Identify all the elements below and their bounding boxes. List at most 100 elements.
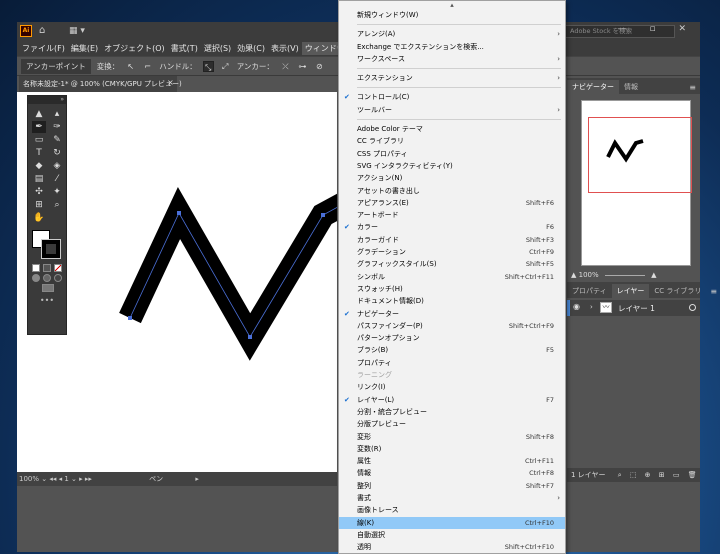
edit-toolbar-icon[interactable]: ••• xyxy=(28,296,66,305)
menu-scroll-up-icon[interactable]: ▴ xyxy=(339,1,565,9)
window-menu-item[interactable]: ワークスペース › xyxy=(339,53,565,65)
workspace-switcher-icon[interactable]: ▦ ▾ xyxy=(69,25,87,37)
panel-tab[interactable]: CC ライブラリ xyxy=(649,284,706,298)
anchor-point[interactable] xyxy=(248,335,252,339)
window-menu-item[interactable]: アートボード xyxy=(339,209,565,221)
selection-tool-icon[interactable]: ▲ xyxy=(32,108,46,120)
menu-3[interactable]: 書式(T) xyxy=(168,42,201,55)
document-close-icon[interactable]: × xyxy=(167,78,174,87)
tools-panel-header[interactable]: » xyxy=(28,96,66,104)
navigator-zoom-value[interactable]: 100% xyxy=(579,271,599,279)
zoom-out-icon[interactable]: ▲ xyxy=(571,271,579,279)
panel-menu-icon[interactable]: ≡ xyxy=(685,81,700,94)
window-menu-item[interactable]: カラー ✔ F6 xyxy=(339,221,565,233)
paintbrush-tool-icon[interactable]: ✎ xyxy=(50,134,64,146)
window-menu-item[interactable]: ドキュメント情報(D) xyxy=(339,295,565,307)
eyedropper-tool-icon[interactable]: ⁄ xyxy=(50,173,64,185)
artboard-tool-icon[interactable]: ⊞ xyxy=(32,199,46,211)
window-menu-item[interactable]: Adobe Color テーマ xyxy=(339,123,565,135)
draw-behind-icon[interactable] xyxy=(43,274,51,282)
zoom-tool-icon[interactable]: ⌕ xyxy=(50,199,64,211)
none-mode-icon[interactable] xyxy=(54,264,62,272)
anchor-point[interactable] xyxy=(321,213,325,217)
home-icon[interactable]: ⌂ xyxy=(39,25,51,37)
shape-builder-tool-icon[interactable]: ◈ xyxy=(50,160,64,172)
menu-2[interactable]: オブジェクト(O) xyxy=(101,42,168,55)
draw-inside-icon[interactable] xyxy=(54,274,62,282)
gradient-tool-icon[interactable]: ▤ xyxy=(32,173,46,185)
show-handles-icon[interactable]: ⤡ xyxy=(202,60,214,72)
layer-row[interactable]: ◉ › 〰 レイヤー 1 xyxy=(567,300,700,316)
window-menu-item[interactable]: 画像トレース xyxy=(339,504,565,516)
panel-menu-icon[interactable]: ≡ xyxy=(706,285,720,298)
panel-tab[interactable]: ナビゲーター xyxy=(567,80,619,94)
panel-tab[interactable]: プロパティ xyxy=(567,284,612,298)
menu-6[interactable]: 表示(V) xyxy=(268,42,302,55)
window-menu-item[interactable]: 変数(R) xyxy=(339,443,565,455)
window-menu-item[interactable]: リンク(I) xyxy=(339,381,565,393)
window-menu-item[interactable]: 線(K) Ctrl+F10 xyxy=(339,516,565,529)
convert-corner-icon[interactable]: ↖ xyxy=(125,61,136,72)
panel-tab[interactable]: 情報 xyxy=(619,80,643,94)
window-menu-item[interactable]: 透明 Shift+Ctrl+F10 xyxy=(339,541,565,553)
window-menu-item[interactable]: ツールバー › xyxy=(339,104,565,116)
window-menu-item[interactable]: ナビゲーター ✔ xyxy=(339,308,565,320)
menu-1[interactable]: 編集(E) xyxy=(68,42,101,55)
window-menu-item[interactable]: 変形 Shift+F8 xyxy=(339,431,565,443)
panel-tab[interactable]: レイヤー xyxy=(611,284,650,298)
window-menu-item[interactable]: スウォッチ(H) xyxy=(339,283,565,295)
type-tool-icon[interactable]: T xyxy=(32,147,46,159)
window-menu-item[interactable]: 整列 Shift+F7 xyxy=(339,480,565,492)
zigzag-stroke[interactable] xyxy=(119,186,337,361)
artboard-next-icon[interactable]: ⌄ ▸ ▸▸ xyxy=(71,475,94,483)
window-menu-item[interactable]: エクステンション › xyxy=(339,72,565,84)
artboard-prev-icon[interactable]: ◂◂ ◂ xyxy=(49,475,64,483)
menu-5[interactable]: 効果(C) xyxy=(234,42,268,55)
screen-mode-icon[interactable] xyxy=(42,284,54,292)
window-menu-item[interactable]: カラーガイド Shift+F3 xyxy=(339,234,565,246)
anchor-point[interactable] xyxy=(128,316,132,320)
window-menu-item[interactable]: 新規ウィンドウ(W) xyxy=(339,9,565,21)
stroke-swatch[interactable] xyxy=(41,239,61,259)
draw-normal-icon[interactable] xyxy=(32,274,40,282)
window-menu-item[interactable]: 分割・統合プレビュー xyxy=(339,406,565,418)
window-menu-item[interactable]: Exchange でエクステンションを検索... xyxy=(339,41,565,53)
menu-0[interactable]: ファイル(F) xyxy=(19,42,68,55)
cut-path-icon[interactable]: ⊘ xyxy=(314,61,325,72)
window-menu-item[interactable]: アレンジ(A) › xyxy=(339,28,565,40)
hand-tool-icon[interactable]: ✋ xyxy=(32,212,46,224)
window-menu-item[interactable]: コントロール(C) ✔ xyxy=(339,91,565,103)
zoom-in-icon[interactable]: ▲ xyxy=(651,271,656,279)
layer-target-icon[interactable] xyxy=(689,304,696,311)
menu-4[interactable]: 選択(S) xyxy=(201,42,234,55)
rectangle-tool-icon[interactable]: ▭ xyxy=(32,134,46,146)
window-menu-item[interactable]: グラデーション Ctrl+F9 xyxy=(339,246,565,258)
window-menu-item[interactable]: アクション(N) xyxy=(339,172,565,184)
convert-smooth-icon[interactable]: ⌐ xyxy=(142,61,153,72)
window-menu-item[interactable]: シンボル Shift+Ctrl+F11 xyxy=(339,271,565,283)
rotate-tool-icon[interactable]: ↻ xyxy=(50,147,64,159)
remove-anchor-icon[interactable]: ⤫ xyxy=(280,61,291,72)
layer-footer-icons[interactable]: ⌕ ⬚ ⊕ ⊞ ▭ 🗑 xyxy=(618,471,700,479)
window-menu-item[interactable]: アピアランス(E) Shift+F6 xyxy=(339,197,565,209)
window-menu-item[interactable]: SVG インタラクティビティ(Y) xyxy=(339,160,565,172)
window-menu-item[interactable]: ブラシ(B) F5 xyxy=(339,344,565,356)
curvature-tool-icon[interactable]: ✑ xyxy=(50,121,64,133)
expand-arrow-icon[interactable]: › xyxy=(590,303,593,311)
window-menu-item[interactable]: 分版プレビュー xyxy=(339,418,565,430)
pen-tool-icon[interactable]: ✒ xyxy=(32,121,46,133)
anchor-point[interactable] xyxy=(177,211,181,215)
document-tab[interactable]: 名称未設定-1* @ 100% (CMYK/GPU プレビュー) xyxy=(19,76,182,92)
visibility-eye-icon[interactable]: ◉ xyxy=(573,302,580,311)
eraser-tool-icon[interactable]: ◆ xyxy=(32,160,46,172)
window-menu-item[interactable]: 情報 Ctrl+F8 xyxy=(339,467,565,479)
layer-name[interactable]: レイヤー 1 xyxy=(618,303,655,314)
symbol-sprayer-tool-icon[interactable]: ✦ xyxy=(50,186,64,198)
window-menu-item[interactable]: レイヤー(L) ✔ F7 xyxy=(339,394,565,406)
hide-handles-icon[interactable]: ⤢ xyxy=(220,61,231,72)
puppet-warp-tool-icon[interactable]: ✣ xyxy=(32,186,46,198)
connect-anchor-icon[interactable]: ⊶ xyxy=(297,61,308,72)
artboard-number[interactable]: 1 xyxy=(64,475,68,483)
window-controls[interactable]: — ▫ ✕ xyxy=(618,24,696,34)
window-menu-item[interactable]: パスファインダー(P) Shift+Ctrl+F9 xyxy=(339,320,565,332)
